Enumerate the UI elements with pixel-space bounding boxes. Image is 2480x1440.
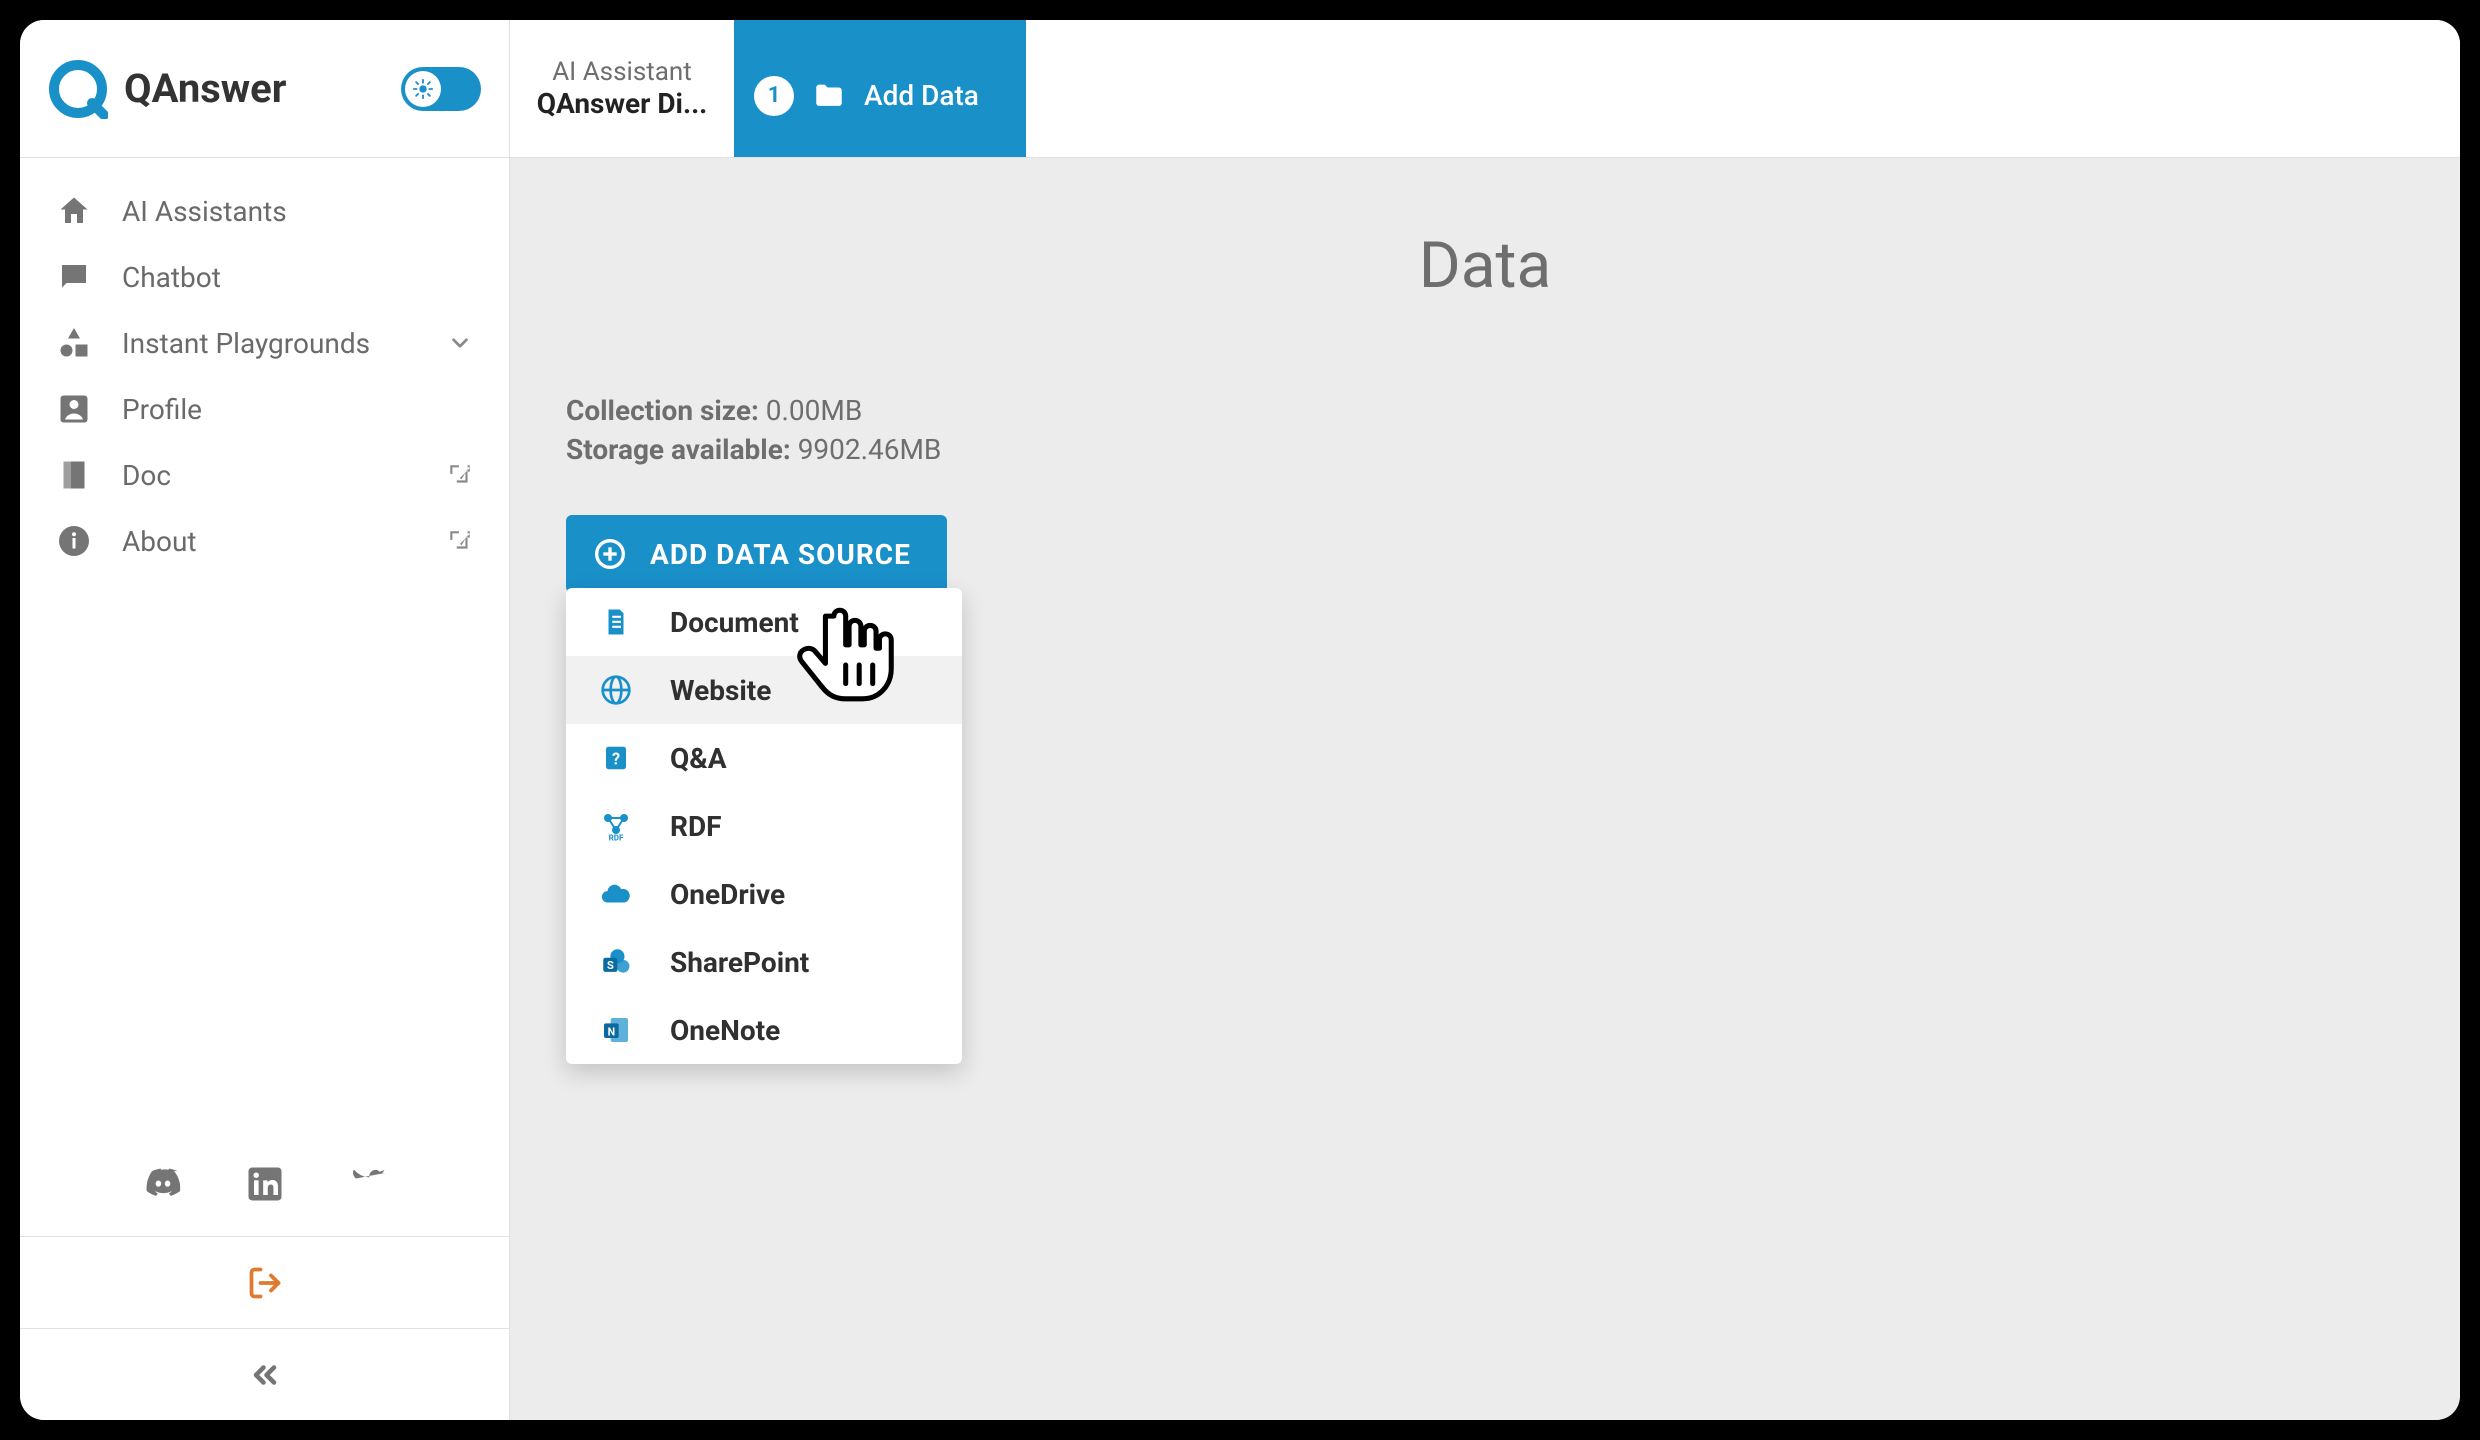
nav-label: AI Assistants <box>122 195 287 228</box>
dropdown-item-onenote[interactable]: N OneNote <box>566 996 962 1064</box>
chevron-down-icon <box>447 330 473 356</box>
dropdown-item-label: OneNote <box>670 1014 780 1047</box>
step-badge: 1 <box>754 76 794 116</box>
nav-label: About <box>122 525 197 558</box>
dropdown-item-document[interactable]: Document <box>566 588 962 656</box>
dropdown-item-label: RDF <box>670 810 722 843</box>
onenote-icon: N <box>598 1012 634 1048</box>
theme-toggle-knob <box>405 71 441 107</box>
dropdown-item-onedrive[interactable]: OneDrive <box>566 860 962 928</box>
sun-icon <box>412 78 434 100</box>
nav-label: Instant Playgrounds <box>122 327 370 360</box>
collapse-sidebar-button[interactable] <box>20 1328 509 1420</box>
profile-icon <box>56 391 92 427</box>
document-icon <box>598 604 634 640</box>
topbar: AI Assistant QAnswer Di... 1 Add Data <box>510 20 2460 158</box>
sidebar: QAnswer AI A <box>20 20 510 1420</box>
dropdown-item-website[interactable]: Website <box>566 656 962 724</box>
doc-icon <box>56 457 92 493</box>
twitter-icon[interactable] <box>345 1162 389 1206</box>
page-title: Data <box>560 228 2410 303</box>
nav-label: Chatbot <box>122 261 221 294</box>
collection-size-value: 0.00MB <box>766 394 862 427</box>
sidebar-item-profile[interactable]: Profile <box>20 376 509 442</box>
collection-size-label: Collection size: <box>566 394 759 427</box>
plus-circle-icon <box>594 538 626 570</box>
external-link-icon <box>447 528 473 554</box>
storage-available-value: 9902.46MB <box>798 433 942 466</box>
content: Data Collection size: 0.00MB Storage ava… <box>510 158 2460 1420</box>
globe-icon <box>598 672 634 708</box>
data-source-dropdown: Document Website ? Q&A RDF RDF OneDrive <box>566 588 962 1064</box>
sidebar-item-doc[interactable]: Doc <box>20 442 509 508</box>
sidebar-item-playgrounds[interactable]: Instant Playgrounds <box>20 310 509 376</box>
nav-label: Doc <box>122 459 171 492</box>
sidebar-item-chatbot[interactable]: Chatbot <box>20 244 509 310</box>
dropdown-item-label: OneDrive <box>670 878 785 911</box>
breadcrumb[interactable]: AI Assistant QAnswer Di... <box>510 20 734 157</box>
linkedin-icon[interactable] <box>243 1162 287 1206</box>
sidebar-item-ai-assistants[interactable]: AI Assistants <box>20 178 509 244</box>
dropdown-item-qa[interactable]: ? Q&A <box>566 724 962 792</box>
chat-icon <box>56 259 92 295</box>
storage-available-label: Storage available: <box>566 433 791 466</box>
breadcrumb-section: AI Assistant <box>552 57 692 87</box>
dropdown-item-label: Q&A <box>670 742 727 775</box>
dropdown-item-sharepoint[interactable]: S SharePoint <box>566 928 962 996</box>
nav-label: Profile <box>122 393 202 426</box>
qanswer-logo-icon <box>48 59 108 119</box>
app-window: QAnswer AI A <box>20 20 2460 1420</box>
cloud-icon <box>598 876 634 912</box>
dropdown-item-label: Document <box>670 606 799 639</box>
folder-icon <box>812 79 846 113</box>
question-icon: ? <box>598 740 634 776</box>
social-links <box>20 1132 509 1236</box>
sidebar-bottom <box>20 1132 509 1420</box>
sidebar-item-about[interactable]: About <box>20 508 509 574</box>
dropdown-item-label: SharePoint <box>670 946 809 979</box>
svg-text:N: N <box>608 1025 616 1038</box>
logout-icon <box>247 1265 283 1301</box>
svg-text:S: S <box>607 958 614 972</box>
sidebar-header: QAnswer <box>20 20 509 158</box>
add-source-label: ADD DATA SOURCE <box>650 538 911 571</box>
home-icon <box>56 193 92 229</box>
nav: AI Assistants Chatbot Instant Playground… <box>20 158 509 1132</box>
info-icon <box>56 523 92 559</box>
theme-toggle[interactable] <box>401 67 481 111</box>
svg-text:?: ? <box>612 749 620 768</box>
tab-add-data[interactable]: 1 Add Data <box>734 20 1026 157</box>
dropdown-item-label: Website <box>670 674 771 707</box>
chevrons-left-icon <box>247 1357 283 1393</box>
discord-icon[interactable] <box>141 1162 185 1206</box>
external-link-icon <box>447 462 473 488</box>
brand-name: QAnswer <box>124 65 286 112</box>
sharepoint-icon: S <box>598 944 634 980</box>
main: AI Assistant QAnswer Di... 1 Add Data Da… <box>510 20 2460 1420</box>
breadcrumb-current: QAnswer Di... <box>537 87 708 120</box>
svg-text:RDF: RDF <box>609 834 624 842</box>
storage-stats: Collection size: 0.00MB Storage availabl… <box>566 391 2410 469</box>
logout-button[interactable] <box>20 1236 509 1328</box>
dropdown-item-rdf[interactable]: RDF RDF <box>566 792 962 860</box>
shapes-icon <box>56 325 92 361</box>
add-data-source-button[interactable]: ADD DATA SOURCE <box>566 515 947 593</box>
tab-label: Add Data <box>864 79 979 112</box>
rdf-icon: RDF <box>598 808 634 844</box>
